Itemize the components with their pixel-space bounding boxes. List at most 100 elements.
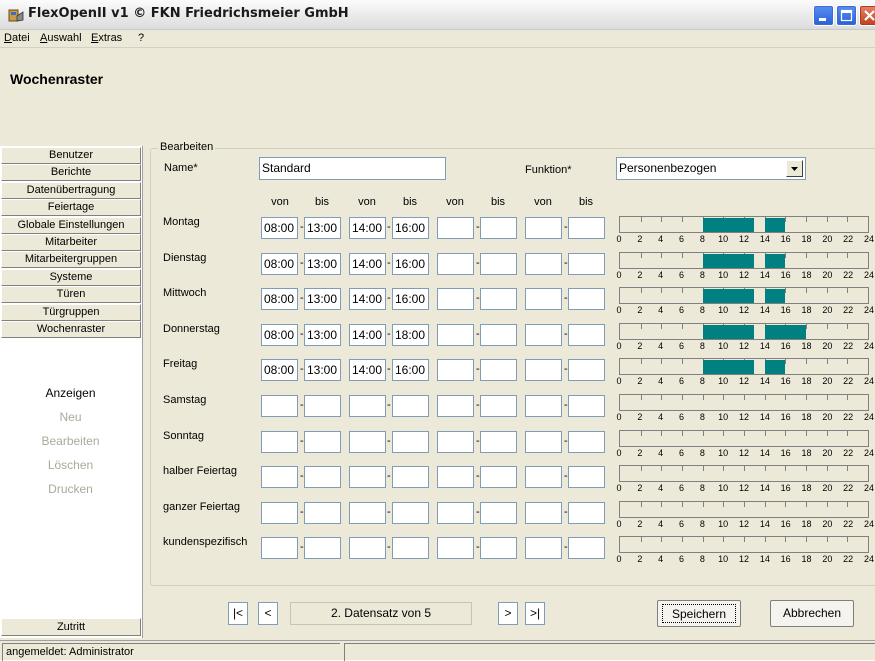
time-input-dienstag-bis-3[interactable] bbox=[480, 252, 517, 275]
time-input-freitag-bis-4[interactable] bbox=[568, 359, 605, 382]
time-input-ganzer-feiertag-bis-2[interactable] bbox=[392, 501, 429, 524]
nav-last-button[interactable]: >| bbox=[525, 602, 545, 625]
funktion-select[interactable]: Personenbezogen bbox=[616, 157, 806, 180]
time-input-freitag-von-1[interactable]: 08:00 bbox=[261, 359, 298, 382]
time-input-dienstag-bis-2[interactable]: 16:00 bbox=[392, 252, 429, 275]
time-input-kundenspezifisch-von-4[interactable] bbox=[525, 537, 562, 560]
time-input-halber-feiertag-von-3[interactable] bbox=[437, 466, 474, 489]
time-input-mittwoch-von-1[interactable]: 08:00 bbox=[261, 288, 298, 311]
time-input-kundenspezifisch-von-2[interactable] bbox=[349, 537, 386, 560]
sidebar-button-mitarbeiter[interactable]: Mitarbeiter bbox=[1, 234, 141, 251]
time-input-dienstag-von-2[interactable]: 14:00 bbox=[349, 252, 386, 275]
time-input-sonntag-von-2[interactable] bbox=[349, 430, 386, 453]
time-input-donnerstag-von-4[interactable] bbox=[525, 323, 562, 346]
time-input-montag-bis-4[interactable] bbox=[568, 217, 605, 239]
time-input-samstag-bis-3[interactable] bbox=[480, 395, 517, 417]
time-input-sonntag-von-3[interactable] bbox=[437, 430, 474, 453]
time-input-sonntag-bis-3[interactable] bbox=[480, 430, 517, 453]
time-input-montag-bis-2[interactable]: 16:00 bbox=[392, 217, 429, 239]
time-input-dienstag-bis-1[interactable]: 13:00 bbox=[304, 252, 341, 275]
time-input-montag-von-4[interactable] bbox=[525, 217, 562, 239]
time-input-halber-feiertag-bis-4[interactable] bbox=[568, 466, 605, 489]
time-input-montag-von-2[interactable]: 14:00 bbox=[349, 217, 386, 239]
nav-first-button[interactable]: |< bbox=[228, 602, 248, 625]
time-input-donnerstag-bis-2[interactable]: 18:00 bbox=[392, 323, 429, 346]
time-input-mittwoch-von-4[interactable] bbox=[525, 288, 562, 311]
sidebar-button-globale-einstellungen[interactable]: Globale Einstellungen bbox=[1, 216, 141, 234]
time-input-mittwoch-von-2[interactable]: 14:00 bbox=[349, 288, 386, 311]
time-input-sonntag-von-4[interactable] bbox=[525, 430, 562, 453]
time-input-dienstag-bis-4[interactable] bbox=[568, 252, 605, 275]
time-input-donnerstag-von-2[interactable]: 14:00 bbox=[349, 323, 386, 346]
time-input-halber-feiertag-bis-1[interactable] bbox=[304, 466, 341, 489]
sidebar-button-berichte[interactable]: Berichte bbox=[1, 164, 141, 182]
time-input-freitag-von-2[interactable]: 14:00 bbox=[349, 359, 386, 382]
sidebar-button-mitarbeitergruppen[interactable]: Mitarbeitergruppen bbox=[1, 251, 141, 269]
time-input-montag-von-3[interactable] bbox=[437, 217, 474, 239]
time-input-samstag-von-3[interactable] bbox=[437, 395, 474, 417]
time-input-ganzer-feiertag-bis-4[interactable] bbox=[568, 501, 605, 524]
time-input-samstag-bis-1[interactable] bbox=[304, 395, 341, 417]
time-input-freitag-von-4[interactable] bbox=[525, 359, 562, 382]
sidebar-button-daten-bertragung[interactable]: Datenübertragung bbox=[1, 181, 141, 199]
time-input-mittwoch-bis-3[interactable] bbox=[480, 288, 517, 311]
name-input[interactable]: Standard bbox=[259, 157, 446, 180]
time-input-montag-bis-1[interactable]: 13:00 bbox=[304, 217, 341, 239]
time-input-sonntag-von-1[interactable] bbox=[261, 430, 298, 453]
close-button[interactable] bbox=[859, 5, 875, 26]
sidebar-button-feiertage[interactable]: Feiertage bbox=[1, 199, 141, 217]
time-input-samstag-bis-4[interactable] bbox=[568, 395, 605, 417]
time-input-samstag-von-2[interactable] bbox=[349, 395, 386, 417]
sidebar-action-bearbeiten[interactable]: Bearbeiten bbox=[0, 434, 141, 448]
time-input-donnerstag-bis-1[interactable]: 13:00 bbox=[304, 323, 341, 346]
time-input-ganzer-feiertag-bis-3[interactable] bbox=[480, 501, 517, 524]
time-input-dienstag-von-3[interactable] bbox=[437, 252, 474, 275]
time-input-ganzer-feiertag-von-2[interactable] bbox=[349, 501, 386, 524]
cancel-button[interactable]: Abbrechen bbox=[770, 600, 854, 627]
maximize-button[interactable] bbox=[836, 5, 857, 26]
title-bar[interactable]: FlexOpenII v1 © FKN Friedrichsmeier GmbH bbox=[0, 0, 875, 30]
sidebar-action-neu[interactable]: Neu bbox=[0, 410, 141, 424]
time-input-ganzer-feiertag-von-4[interactable] bbox=[525, 501, 562, 524]
sidebar-button-zutritt[interactable]: Zutritt bbox=[1, 618, 141, 636]
time-input-samstag-von-4[interactable] bbox=[525, 395, 562, 417]
time-input-freitag-von-3[interactable] bbox=[437, 359, 474, 382]
time-input-halber-feiertag-bis-2[interactable] bbox=[392, 466, 429, 489]
time-input-dienstag-von-4[interactable] bbox=[525, 252, 562, 275]
chevron-down-icon[interactable] bbox=[786, 160, 803, 177]
sidebar-button-systeme[interactable]: Systeme bbox=[1, 268, 141, 286]
time-input-halber-feiertag-von-4[interactable] bbox=[525, 466, 562, 489]
time-input-ganzer-feiertag-von-3[interactable] bbox=[437, 501, 474, 524]
sidebar-action-anzeigen[interactable]: Anzeigen bbox=[0, 386, 141, 400]
time-input-halber-feiertag-von-2[interactable] bbox=[349, 466, 386, 489]
sidebar-action-drucken[interactable]: Drucken bbox=[0, 482, 141, 496]
menu-auswahl[interactable]: Auswahl bbox=[40, 32, 82, 44]
time-input-sonntag-bis-4[interactable] bbox=[568, 430, 605, 453]
time-input-donnerstag-bis-3[interactable] bbox=[480, 323, 517, 346]
time-input-mittwoch-bis-2[interactable]: 16:00 bbox=[392, 288, 429, 311]
sidebar-action-l-schen[interactable]: Löschen bbox=[0, 458, 141, 472]
time-input-samstag-bis-2[interactable] bbox=[392, 395, 429, 417]
time-input-kundenspezifisch-bis-3[interactable] bbox=[480, 537, 517, 560]
time-input-mittwoch-bis-4[interactable] bbox=[568, 288, 605, 311]
time-input-freitag-bis-3[interactable] bbox=[480, 359, 517, 382]
time-input-kundenspezifisch-von-3[interactable] bbox=[437, 537, 474, 560]
time-input-dienstag-von-1[interactable]: 08:00 bbox=[261, 252, 298, 275]
menu-extras[interactable]: Extras bbox=[91, 32, 122, 44]
menu-help[interactable]: ? bbox=[138, 32, 144, 44]
time-input-halber-feiertag-von-1[interactable] bbox=[261, 466, 298, 489]
time-input-sonntag-bis-2[interactable] bbox=[392, 430, 429, 453]
sidebar-button-t-rgruppen[interactable]: Türgruppen bbox=[1, 303, 141, 321]
sidebar-button-t-ren[interactable]: Türen bbox=[1, 286, 141, 304]
sidebar-button-benutzer[interactable]: Benutzer bbox=[1, 147, 141, 164]
time-input-freitag-bis-2[interactable]: 16:00 bbox=[392, 359, 429, 382]
time-input-halber-feiertag-bis-3[interactable] bbox=[480, 466, 517, 489]
time-input-kundenspezifisch-von-1[interactable] bbox=[261, 537, 298, 560]
menu-datei[interactable]: Datei bbox=[4, 32, 30, 44]
time-input-montag-von-1[interactable]: 08:00 bbox=[261, 217, 298, 239]
time-input-montag-bis-3[interactable] bbox=[480, 217, 517, 239]
time-input-mittwoch-von-3[interactable] bbox=[437, 288, 474, 311]
time-input-kundenspezifisch-bis-2[interactable] bbox=[392, 537, 429, 560]
time-input-kundenspezifisch-bis-4[interactable] bbox=[568, 537, 605, 560]
nav-prev-button[interactable]: < bbox=[258, 602, 278, 625]
